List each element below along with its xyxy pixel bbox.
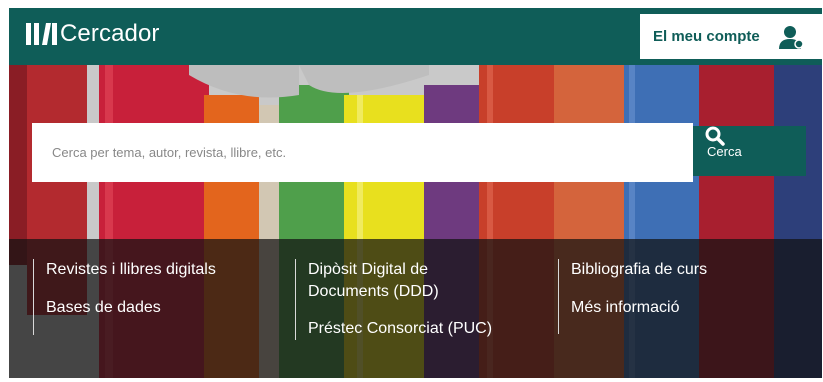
account-button[interactable]: El meu compte [640,14,822,59]
links-column-1: Revistes i llibres digitals Bases de dad… [33,259,216,335]
hero-banner: Cerca Revistes i llibres digitals Bases … [9,65,822,378]
quick-links-panel: Revistes i llibres digitals Bases de dad… [9,239,822,378]
links-column-3: Bibliografia de curs Més informació [558,259,707,334]
user-icon [779,26,804,49]
logo[interactable]: Cercador [25,18,160,50]
link-mes-informacio[interactable]: Més informació [571,297,707,319]
search-icon [705,126,725,146]
link-puc[interactable]: Préstec Consorciat (PUC) [308,318,492,340]
link-ddd[interactable]: Dipòsit Digital de Documents (DDD) [308,259,492,303]
top-header: Cercador El meu compte [9,8,822,65]
account-label: El meu compte [653,28,760,45]
link-revistes-llibres[interactable]: Revistes i llibres digitals [46,259,216,281]
logo-mark-icon [26,23,57,45]
page: Cercador El meu compte Cerca per tema, a… [9,8,822,378]
logo-text: Cercador [60,20,160,47]
link-ddd-line2: Documents (DDD) [308,283,439,300]
link-bases-dades[interactable]: Bases de dades [46,297,216,319]
search-button[interactable]: Cerca [693,126,806,176]
link-ddd-line1: Dipòsit Digital de [308,261,429,278]
links-column-2: Dipòsit Digital de Documents (DDD) Prést… [295,259,492,340]
link-bibliografia[interactable]: Bibliografia de curs [571,259,707,281]
search-input[interactable] [32,123,693,182]
